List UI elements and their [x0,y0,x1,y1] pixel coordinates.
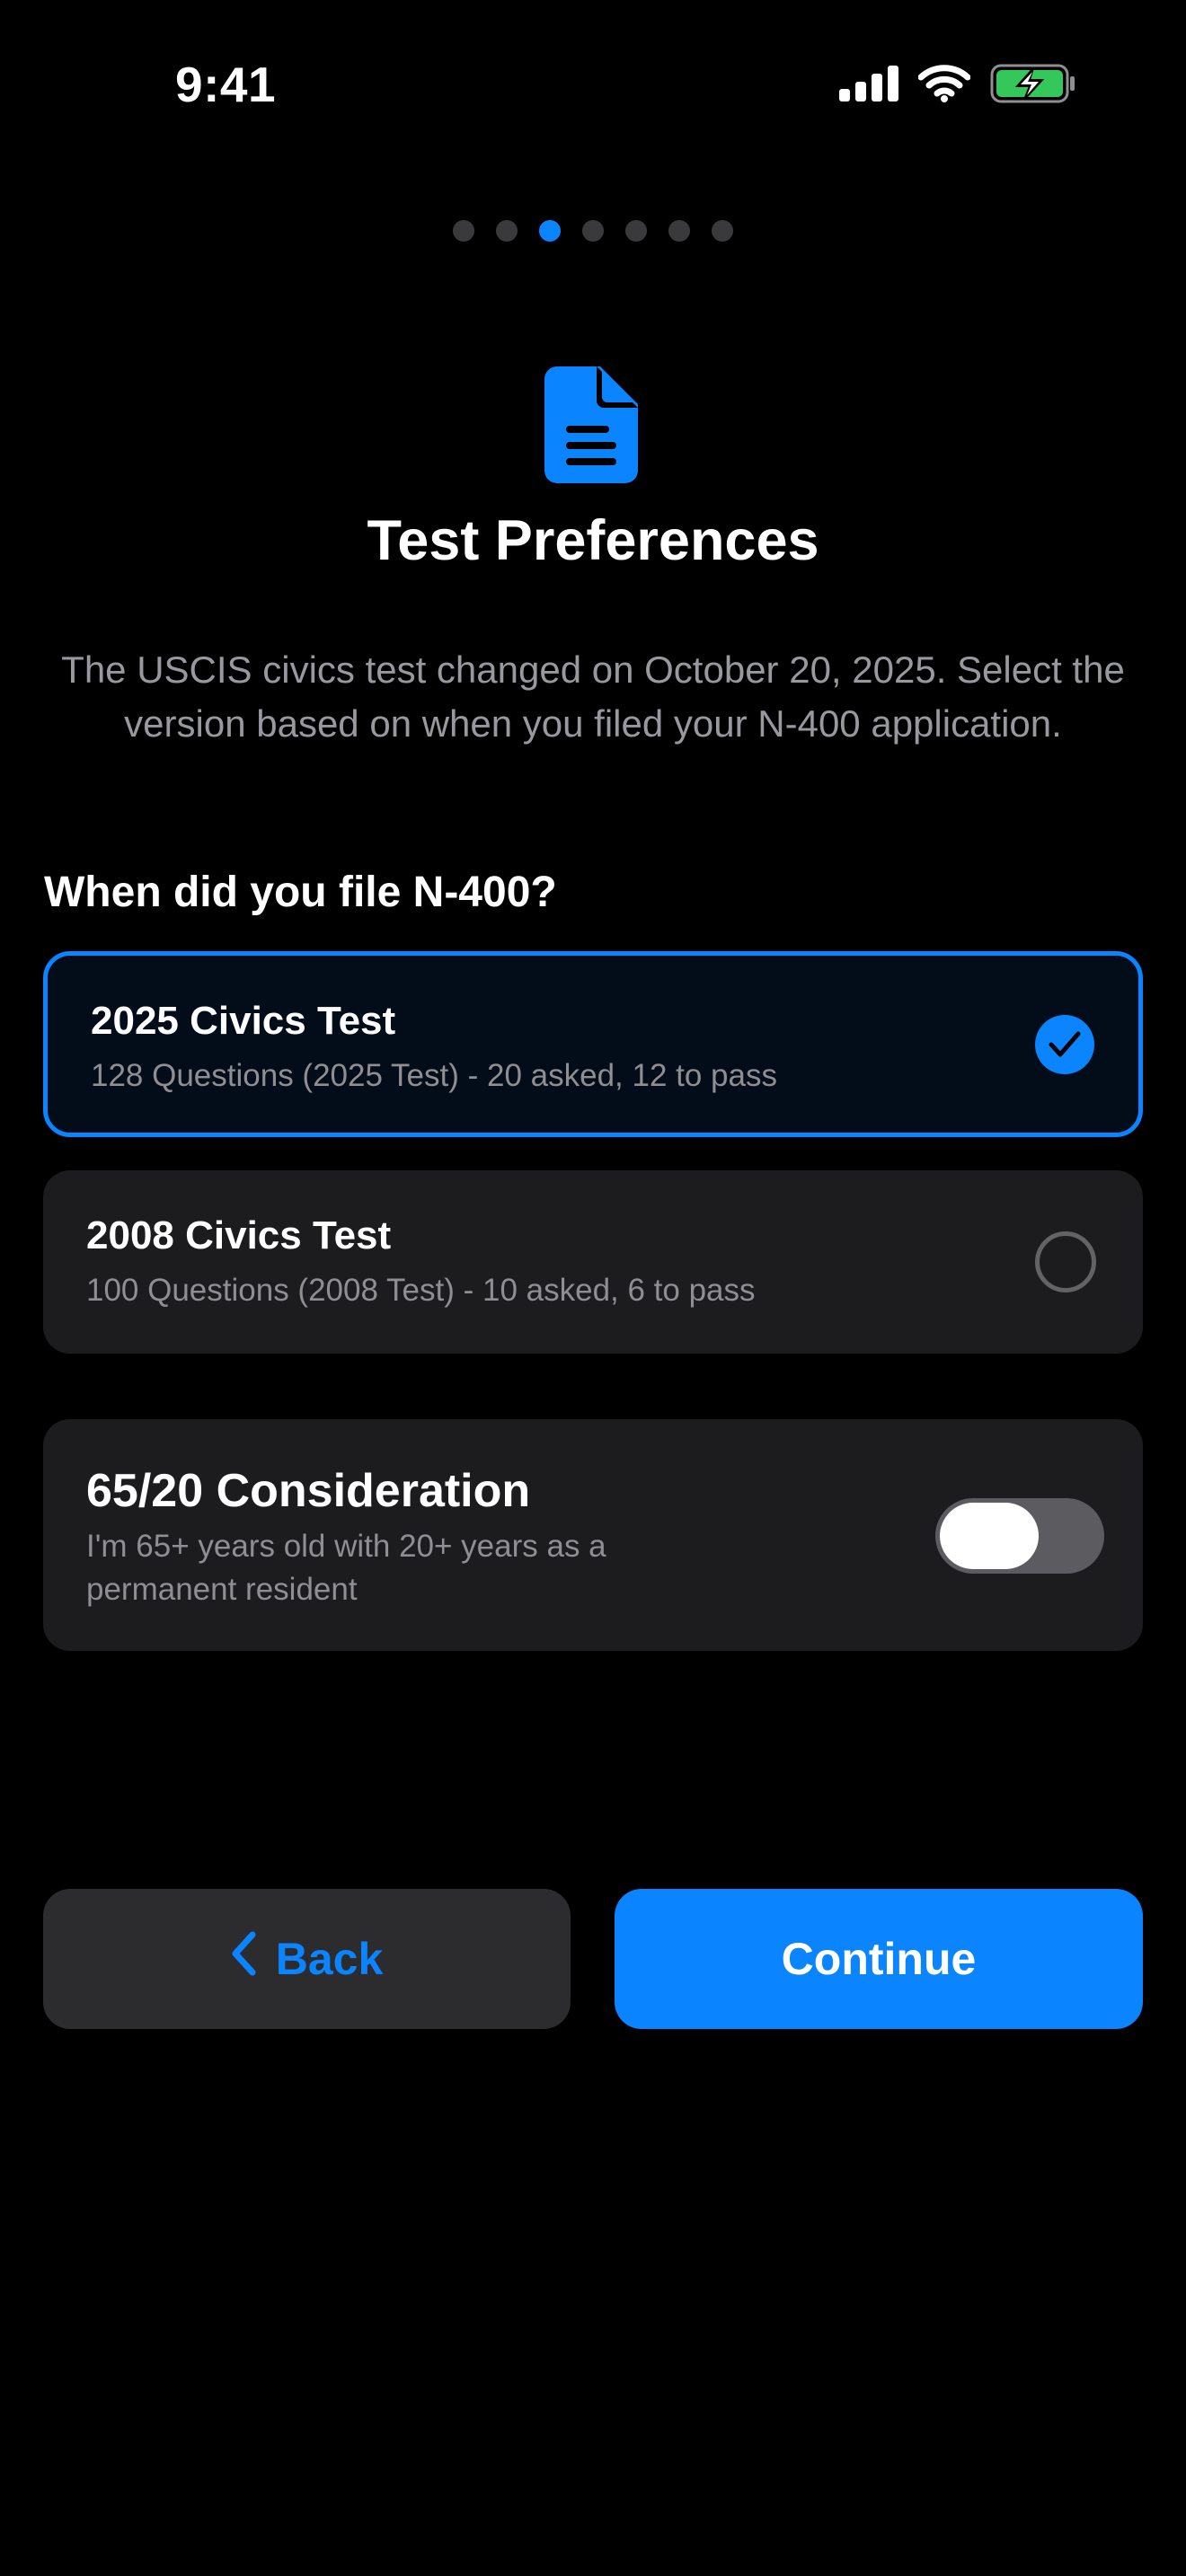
status-icons [839,63,1076,109]
page-dot [668,220,690,242]
continue-button[interactable]: Continue [615,1889,1143,2029]
page-indicator [0,220,1186,242]
page-dot-active [539,220,561,242]
status-time: 9:41 [175,57,277,112]
option-2025-civics-test[interactable]: 2025 Civics Test 128 Questions (2025 Tes… [43,951,1143,1137]
option-title: 2008 Civics Test [86,1213,392,1257]
page-title: Test Preferences [367,509,819,572]
consideration-title: 65/20 Consideration [86,1465,531,1517]
page-dot [712,220,733,242]
option-2008-civics-test[interactable]: 2008 Civics Test 100 Questions (2008 Tes… [43,1170,1143,1354]
battery-charging-icon [990,63,1076,109]
consideration-toggle[interactable] [935,1498,1104,1574]
wifi-icon [917,65,971,107]
page-dot [453,220,474,242]
radio-selected-icon [1035,1015,1094,1074]
radio-unselected-icon [1035,1231,1096,1292]
option-subtitle: 100 Questions (2008 Test) - 10 asked, 6 … [86,1273,756,1308]
continue-button-label: Continue [781,1934,977,1984]
section-question: When did you file N-400? [44,869,557,916]
consideration-subtitle: I'm 65+ years old with 20+ years as a pe… [86,1529,606,1607]
consideration-card: 65/20 Consideration I'm 65+ years old wi… [43,1419,1143,1651]
page-dot [582,220,604,242]
intro-text: The USCIS civics test changed on October… [61,648,1125,745]
page-dot [625,220,647,242]
chevron-left-icon [231,1931,256,1987]
signal-icon [839,66,898,106]
document-icon [544,366,638,488]
toggle-knob [940,1503,1039,1569]
back-button[interactable]: Back [43,1889,571,2029]
page-dot [496,220,518,242]
option-subtitle: 128 Questions (2025 Test) - 20 asked, 12… [91,1058,777,1093]
back-button-label: Back [275,1934,384,1984]
option-title: 2025 Civics Test [91,999,396,1043]
